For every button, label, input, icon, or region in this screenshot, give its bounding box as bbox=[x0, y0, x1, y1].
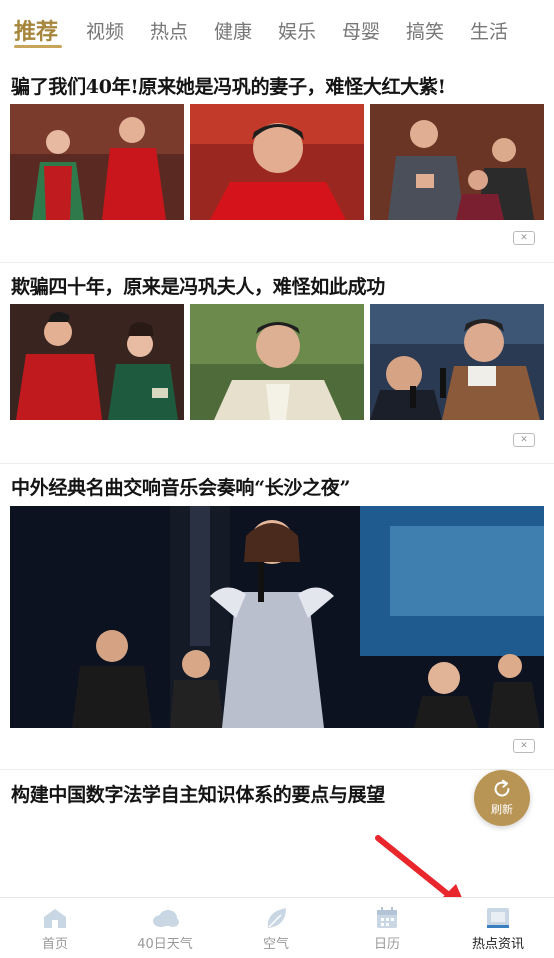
refresh-label: 刷新 bbox=[491, 803, 513, 816]
news-icon bbox=[487, 908, 509, 928]
nav-weather-40d[interactable]: 40日天气 bbox=[110, 898, 220, 958]
nav-hot-news[interactable]: 热点资讯 bbox=[443, 898, 553, 958]
nav-label: 40日天气 bbox=[137, 937, 193, 952]
dismiss-button[interactable]: ✕ bbox=[513, 433, 535, 447]
refresh-icon bbox=[494, 779, 510, 797]
dismiss-button[interactable]: ✕ bbox=[513, 231, 535, 245]
tab-hot[interactable]: 热点 bbox=[150, 17, 188, 44]
calendar-icon bbox=[377, 907, 397, 928]
refresh-button[interactable]: 刷新 bbox=[474, 770, 530, 826]
cloud-icon bbox=[153, 910, 179, 927]
tab-maternal[interactable]: 母婴 bbox=[342, 17, 380, 44]
article-image[interactable] bbox=[10, 304, 184, 420]
article-image[interactable] bbox=[10, 104, 184, 220]
tab-health[interactable]: 健康 bbox=[214, 17, 252, 44]
home-icon bbox=[44, 909, 66, 928]
active-tab-indicator bbox=[14, 45, 62, 48]
article-title[interactable]: 骗了我们40年!原来她是冯巩的妻子，难怪大红大紫! bbox=[11, 72, 446, 99]
nav-label: 热点资讯 bbox=[471, 937, 524, 952]
news-article[interactable]: 中外经典名曲交响音乐会奏响“长沙之夜” ✕ bbox=[0, 464, 554, 769]
article-image[interactable] bbox=[190, 104, 364, 220]
nav-label: 空气 bbox=[262, 937, 289, 952]
category-tabs: 推荐 视频 热点 健康 娱乐 母婴 搞笑 生活 bbox=[0, 0, 554, 62]
nav-label: 首页 bbox=[41, 937, 68, 952]
news-article[interactable]: 骗了我们40年!原来她是冯巩的妻子，难怪大红大紫! ✕ bbox=[0, 62, 554, 262]
dismiss-button[interactable]: ✕ bbox=[513, 739, 535, 753]
news-article[interactable]: 欺骗四十年，原来是冯巩夫人，难怪如此成功 ✕ bbox=[0, 263, 554, 463]
leaf-icon bbox=[267, 908, 286, 928]
article-image[interactable] bbox=[370, 104, 544, 220]
nav-home[interactable]: 首页 bbox=[0, 898, 110, 958]
article-image[interactable] bbox=[370, 304, 544, 420]
tab-entertainment[interactable]: 娱乐 bbox=[278, 17, 316, 44]
bottom-navigation: 首页 40日天气 空气 日历 热点资讯 bbox=[0, 897, 554, 958]
tab-video[interactable]: 视频 bbox=[86, 17, 124, 44]
nav-calendar[interactable]: 日历 bbox=[332, 898, 442, 958]
article-title[interactable]: 中外经典名曲交响音乐会奏响“长沙之夜” bbox=[11, 473, 350, 500]
nav-air[interactable]: 空气 bbox=[221, 898, 331, 958]
nav-label: 日历 bbox=[373, 937, 400, 952]
tab-recommend[interactable]: 推荐 bbox=[14, 14, 58, 46]
article-title[interactable]: 构建中国数字法学自主知识体系的要点与展望 bbox=[11, 780, 385, 807]
tab-life[interactable]: 生活 bbox=[470, 17, 508, 44]
article-title[interactable]: 欺骗四十年，原来是冯巩夫人，难怪如此成功 bbox=[11, 272, 385, 299]
article-image[interactable] bbox=[190, 304, 364, 420]
article-image[interactable] bbox=[10, 506, 544, 728]
tab-funny[interactable]: 搞笑 bbox=[406, 17, 444, 44]
